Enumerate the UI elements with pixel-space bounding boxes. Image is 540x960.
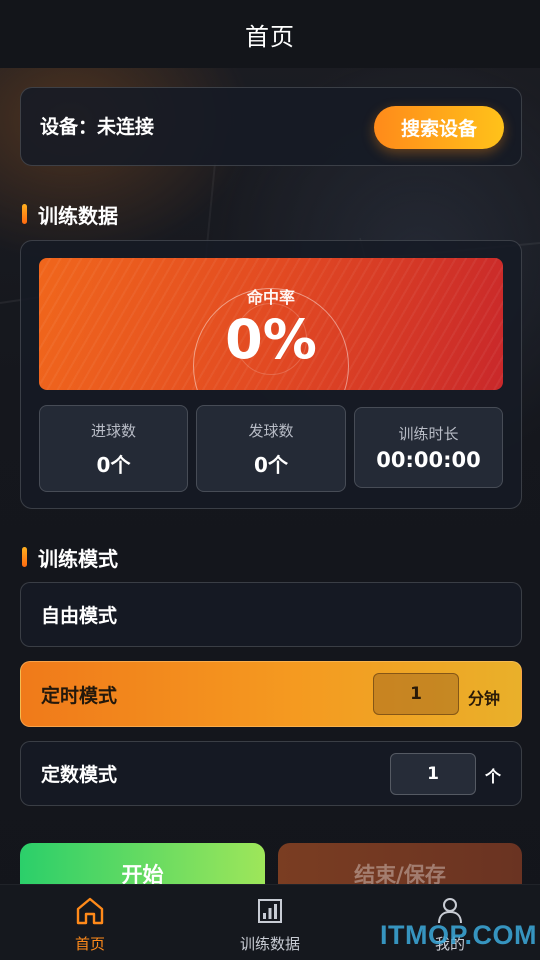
mode-count[interactable]: 定数模式 1 个	[20, 741, 522, 806]
page-title: 首页	[245, 22, 295, 51]
timed-minutes-input[interactable]: 1	[373, 673, 459, 715]
watermark: ITMOP.COM	[380, 920, 538, 950]
tab-training-data[interactable]: 训练数据	[180, 885, 360, 960]
count-unit-label: 个	[485, 767, 502, 786]
hit-rate-label: 命中率	[246, 288, 295, 307]
section-title-training-data: 训练数据	[22, 202, 118, 228]
top-app-bar: 首页	[0, 0, 540, 68]
timed-unit-label: 分钟	[468, 689, 501, 708]
stat-duration-label: 训练时长	[398, 425, 459, 443]
mode-free[interactable]: 自由模式	[20, 582, 522, 647]
search-device-button[interactable]: 搜索设备	[374, 106, 504, 149]
section-title-training-mode: 训练模式	[22, 545, 118, 571]
tab-home-label: 首页	[74, 935, 105, 953]
section-accent-bar	[22, 204, 27, 224]
stat-goals-value: 0个	[96, 453, 131, 477]
count-value-input[interactable]: 1	[390, 753, 476, 795]
tab-training-data-label: 训练数据	[239, 935, 300, 953]
hit-rate-value: 0%	[225, 308, 317, 371]
stat-duration-value: 00:00:00	[376, 448, 481, 472]
device-card: 设备：未连接 搜索设备	[20, 87, 522, 166]
training-stats-card: 命中率 0% 进球数 0个 发球数 0个 训练时长 00:00:00	[20, 240, 522, 509]
stat-goals: 进球数 0个	[39, 405, 188, 492]
mode-timed[interactable]: 定时模式 1 分钟	[20, 661, 522, 727]
section-title-text: 训练数据	[38, 203, 118, 228]
tab-home[interactable]: 首页	[0, 885, 180, 960]
stat-shots: 发球数 0个	[196, 405, 346, 492]
stat-goals-label: 进球数	[90, 422, 136, 440]
section-title-text: 训练模式	[38, 546, 118, 571]
home-icon	[76, 897, 104, 925]
stat-shots-value: 0个	[254, 453, 288, 477]
stat-shots-label: 发球数	[248, 422, 294, 440]
hit-rate-banner: 命中率 0%	[39, 258, 503, 390]
mode-timed-label: 定时模式	[41, 684, 118, 707]
mode-free-label: 自由模式	[41, 605, 118, 627]
stat-duration: 训练时长 00:00:00	[354, 407, 503, 488]
mode-count-label: 定数模式	[41, 764, 118, 786]
device-status-label: 设备：未连接	[40, 116, 155, 138]
bar-chart-icon	[258, 899, 282, 923]
section-accent-bar	[22, 547, 27, 567]
